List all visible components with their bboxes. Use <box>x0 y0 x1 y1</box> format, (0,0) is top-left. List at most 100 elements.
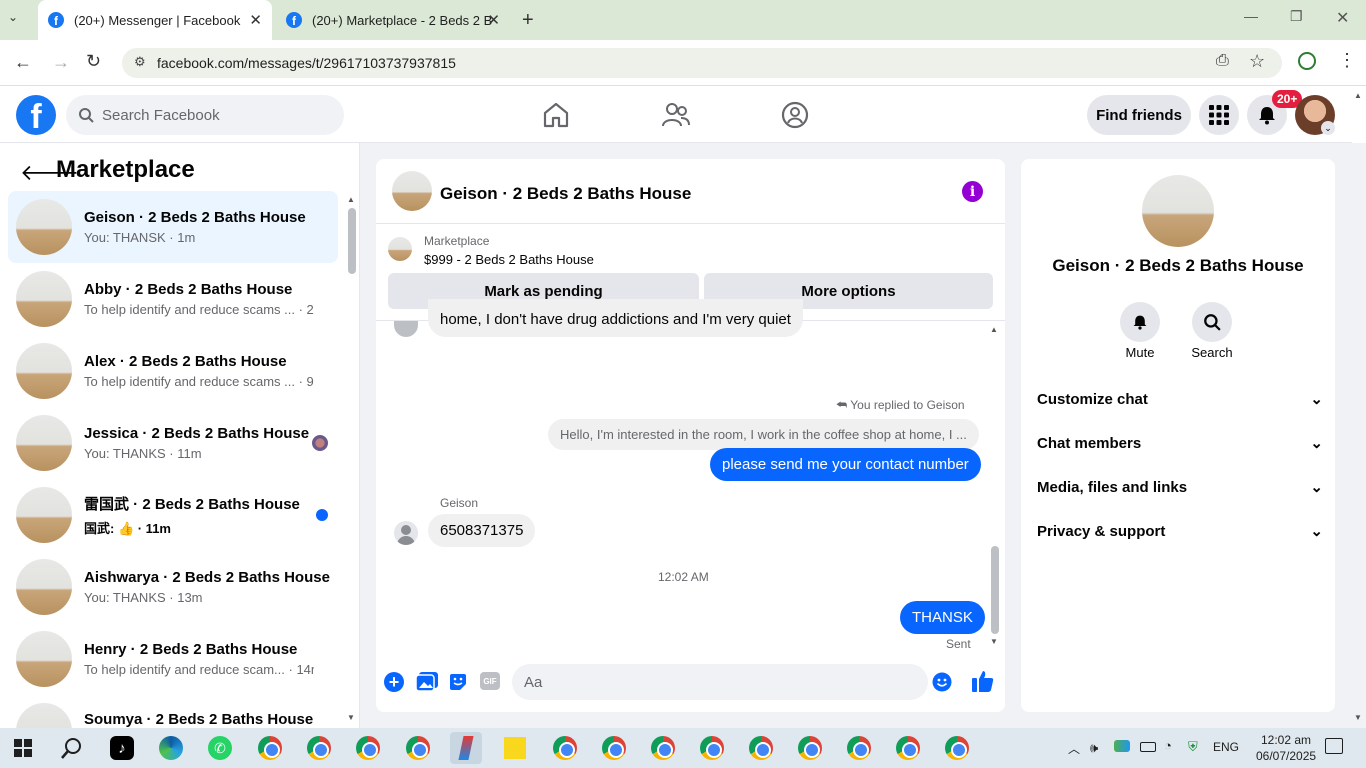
message-timestamp: 12:02 AM <box>658 570 709 584</box>
listing-thumbnail <box>16 199 72 255</box>
chrome-app-icon[interactable] <box>254 732 286 764</box>
search-facebook-input[interactable]: Search Facebook <box>66 95 344 135</box>
battery-icon[interactable] <box>1140 742 1156 752</box>
windows-start-icon[interactable] <box>14 739 32 757</box>
close-tab-icon[interactable]: ✕ <box>487 11 500 29</box>
chrome-app-icon[interactable] <box>843 732 875 764</box>
install-app-icon[interactable]: ⎙ <box>1216 52 1229 70</box>
chrome-app-icon[interactable] <box>402 732 434 764</box>
message-bubble[interactable]: home, I don't have drug addictions and I… <box>428 299 803 337</box>
chrome-app-icon[interactable] <box>303 732 335 764</box>
browser-menu-icon[interactable]: ⋮ <box>1338 50 1356 71</box>
chat-avatar[interactable] <box>392 171 432 211</box>
sticky-notes-app-icon[interactable] <box>499 732 531 764</box>
media-files-links-section[interactable]: Media, files and links ⌄ <box>1037 478 1323 497</box>
profile-icon[interactable] <box>1298 52 1316 70</box>
chevron-down-icon[interactable]: ⌄ <box>1321 121 1335 135</box>
network-app-icon[interactable] <box>1114 740 1130 752</box>
scroll-up-arrow[interactable]: ▲ <box>990 325 998 334</box>
close-tab-icon[interactable]: ✕ <box>249 11 262 29</box>
friends-icon[interactable] <box>661 100 691 130</box>
url-field[interactable]: ⚙ facebook.com/messages/t/29617103737937… <box>122 48 1282 78</box>
page-scroll-up-arrow[interactable]: ▲ <box>1354 91 1362 100</box>
quoted-message[interactable]: Hello, I'm interested in the room, I wor… <box>548 419 979 450</box>
window-close-icon[interactable]: ✕ <box>1336 8 1349 28</box>
mute-button[interactable] <box>1120 302 1160 342</box>
more-actions-icon[interactable]: + <box>384 672 404 692</box>
conversation-item[interactable]: Alex · 2 Beds 2 Baths House To help ident… <box>8 335 338 407</box>
scroll-down-arrow[interactable]: ▼ <box>347 713 355 722</box>
security-shield-icon[interactable]: ⛨ <box>1188 739 1198 755</box>
new-tab-icon[interactable]: + <box>522 9 534 32</box>
sticker-icon[interactable] <box>448 672 468 692</box>
taskbar-search-icon[interactable] <box>60 736 84 760</box>
search-placeholder: Search Facebook <box>102 106 220 124</box>
chrome-app-icon[interactable] <box>745 732 777 764</box>
gif-icon[interactable]: GIF <box>480 672 500 690</box>
tab-list-dropdown[interactable]: ⌄ <box>8 10 18 24</box>
chrome-app-icon[interactable] <box>892 732 924 764</box>
groups-icon[interactable] <box>780 100 810 130</box>
whatsapp-app-icon[interactable]: ✆ <box>204 732 236 764</box>
message-bubble[interactable]: 6508371375 <box>428 514 536 547</box>
facebook-logo-icon[interactable]: f <box>16 95 56 135</box>
customize-chat-section[interactable]: Customize chat ⌄ <box>1037 390 1323 409</box>
chat-members-section[interactable]: Chat members ⌄ <box>1037 434 1323 453</box>
chrome-app-icon[interactable] <box>549 732 581 764</box>
active-app-icon[interactable] <box>450 732 482 764</box>
chrome-app-icon[interactable] <box>794 732 826 764</box>
scroll-down-arrow[interactable]: ▼ <box>990 637 998 646</box>
message-bubble[interactable]: THANSK <box>900 601 985 634</box>
emoji-icon[interactable] <box>932 672 952 692</box>
home-icon[interactable] <box>541 100 571 130</box>
minimize-icon[interactable]: — <box>1244 8 1258 24</box>
tab-marketplace[interactable]: f (20+) Marketplace - 2 Beds 2 B... ✕ <box>276 0 510 40</box>
conversation-item[interactable]: Jessica · 2 Beds 2 Baths House You: THANK… <box>8 407 338 479</box>
chat-scrollbar[interactable] <box>991 546 999 634</box>
system-clock[interactable]: 12:02 am 06/07/2025 <box>1256 732 1316 764</box>
wifi-icon[interactable]: ◔ <box>1164 738 1172 753</box>
listing-source: Marketplace <box>424 234 490 248</box>
conversation-item[interactable]: Abby · 2 Beds 2 Baths House To help ident… <box>8 263 338 335</box>
privacy-support-section[interactable]: Privacy & support ⌄ <box>1037 522 1323 541</box>
edge-app-icon[interactable] <box>155 732 187 764</box>
chrome-app-icon[interactable] <box>696 732 728 764</box>
restore-icon[interactable]: ❐ <box>1290 8 1303 25</box>
conversation-preview: 国武: 👍 · 11m <box>84 521 171 536</box>
thumbs-up-icon[interactable] <box>972 669 994 693</box>
page-scroll-down-arrow[interactable]: ▼ <box>1354 713 1362 722</box>
clock-date: 06/07/2025 <box>1256 749 1317 763</box>
reload-icon[interactable]: ↻ <box>86 51 101 72</box>
volume-icon[interactable]: 🕪 <box>1090 740 1098 756</box>
conversation-info-icon[interactable]: i <box>962 181 983 202</box>
conversation-item[interactable]: Aishwarya · 2 Beds 2 Baths House You: THA… <box>8 551 338 623</box>
conversation-item[interactable]: Soumya · 2 Beds 2 Baths House <box>8 695 338 728</box>
scroll-up-arrow[interactable]: ▲ <box>347 195 355 204</box>
tab-messenger[interactable]: f (20+) Messenger | Facebook ✕ <box>38 0 272 40</box>
back-icon[interactable]: ← <box>14 52 32 73</box>
chrome-app-icon[interactable] <box>941 732 973 764</box>
chrome-app-icon[interactable] <box>598 732 630 764</box>
language-indicator[interactable]: ENG <box>1213 740 1239 754</box>
conversation-item[interactable]: Henry · 2 Beds 2 Baths House To help iden… <box>8 623 338 695</box>
conversation-preview: To help identify and reduce scams ... · … <box>84 302 314 317</box>
listing-title[interactable]: $999 - 2 Beds 2 Baths House <box>424 252 594 267</box>
show-hidden-icons[interactable]: ︿ <box>1068 740 1080 757</box>
tiktok-app-icon[interactable]: ♪ <box>106 732 138 764</box>
chat-title[interactable]: Geison · 2 Beds 2 Baths House <box>440 184 691 204</box>
conversation-item[interactable]: Geison · 2 Beds 2 Baths House You: THANSK… <box>8 191 338 263</box>
site-info-icon[interactable]: ⚙ <box>134 54 146 70</box>
search-in-conversation-button[interactable] <box>1192 302 1232 342</box>
message-bubble[interactable]: please send me your contact number <box>710 448 981 481</box>
chrome-app-icon[interactable] <box>647 732 679 764</box>
chrome-app-icon[interactable] <box>352 732 384 764</box>
photo-icon[interactable] <box>416 672 438 692</box>
menu-button[interactable] <box>1199 95 1239 135</box>
conversation-item[interactable]: 雷国武 · 2 Beds 2 Baths House 国武: 👍 · 11m <box>8 479 338 551</box>
message-input[interactable]: Aa <box>512 664 928 700</box>
bookmark-star-icon[interactable]: ☆ <box>1249 51 1265 72</box>
forward-icon[interactable]: → <box>52 52 70 73</box>
find-friends-button[interactable]: Find friends <box>1087 95 1191 135</box>
list-scrollbar[interactable] <box>348 208 356 274</box>
notification-center-icon[interactable] <box>1325 738 1343 754</box>
